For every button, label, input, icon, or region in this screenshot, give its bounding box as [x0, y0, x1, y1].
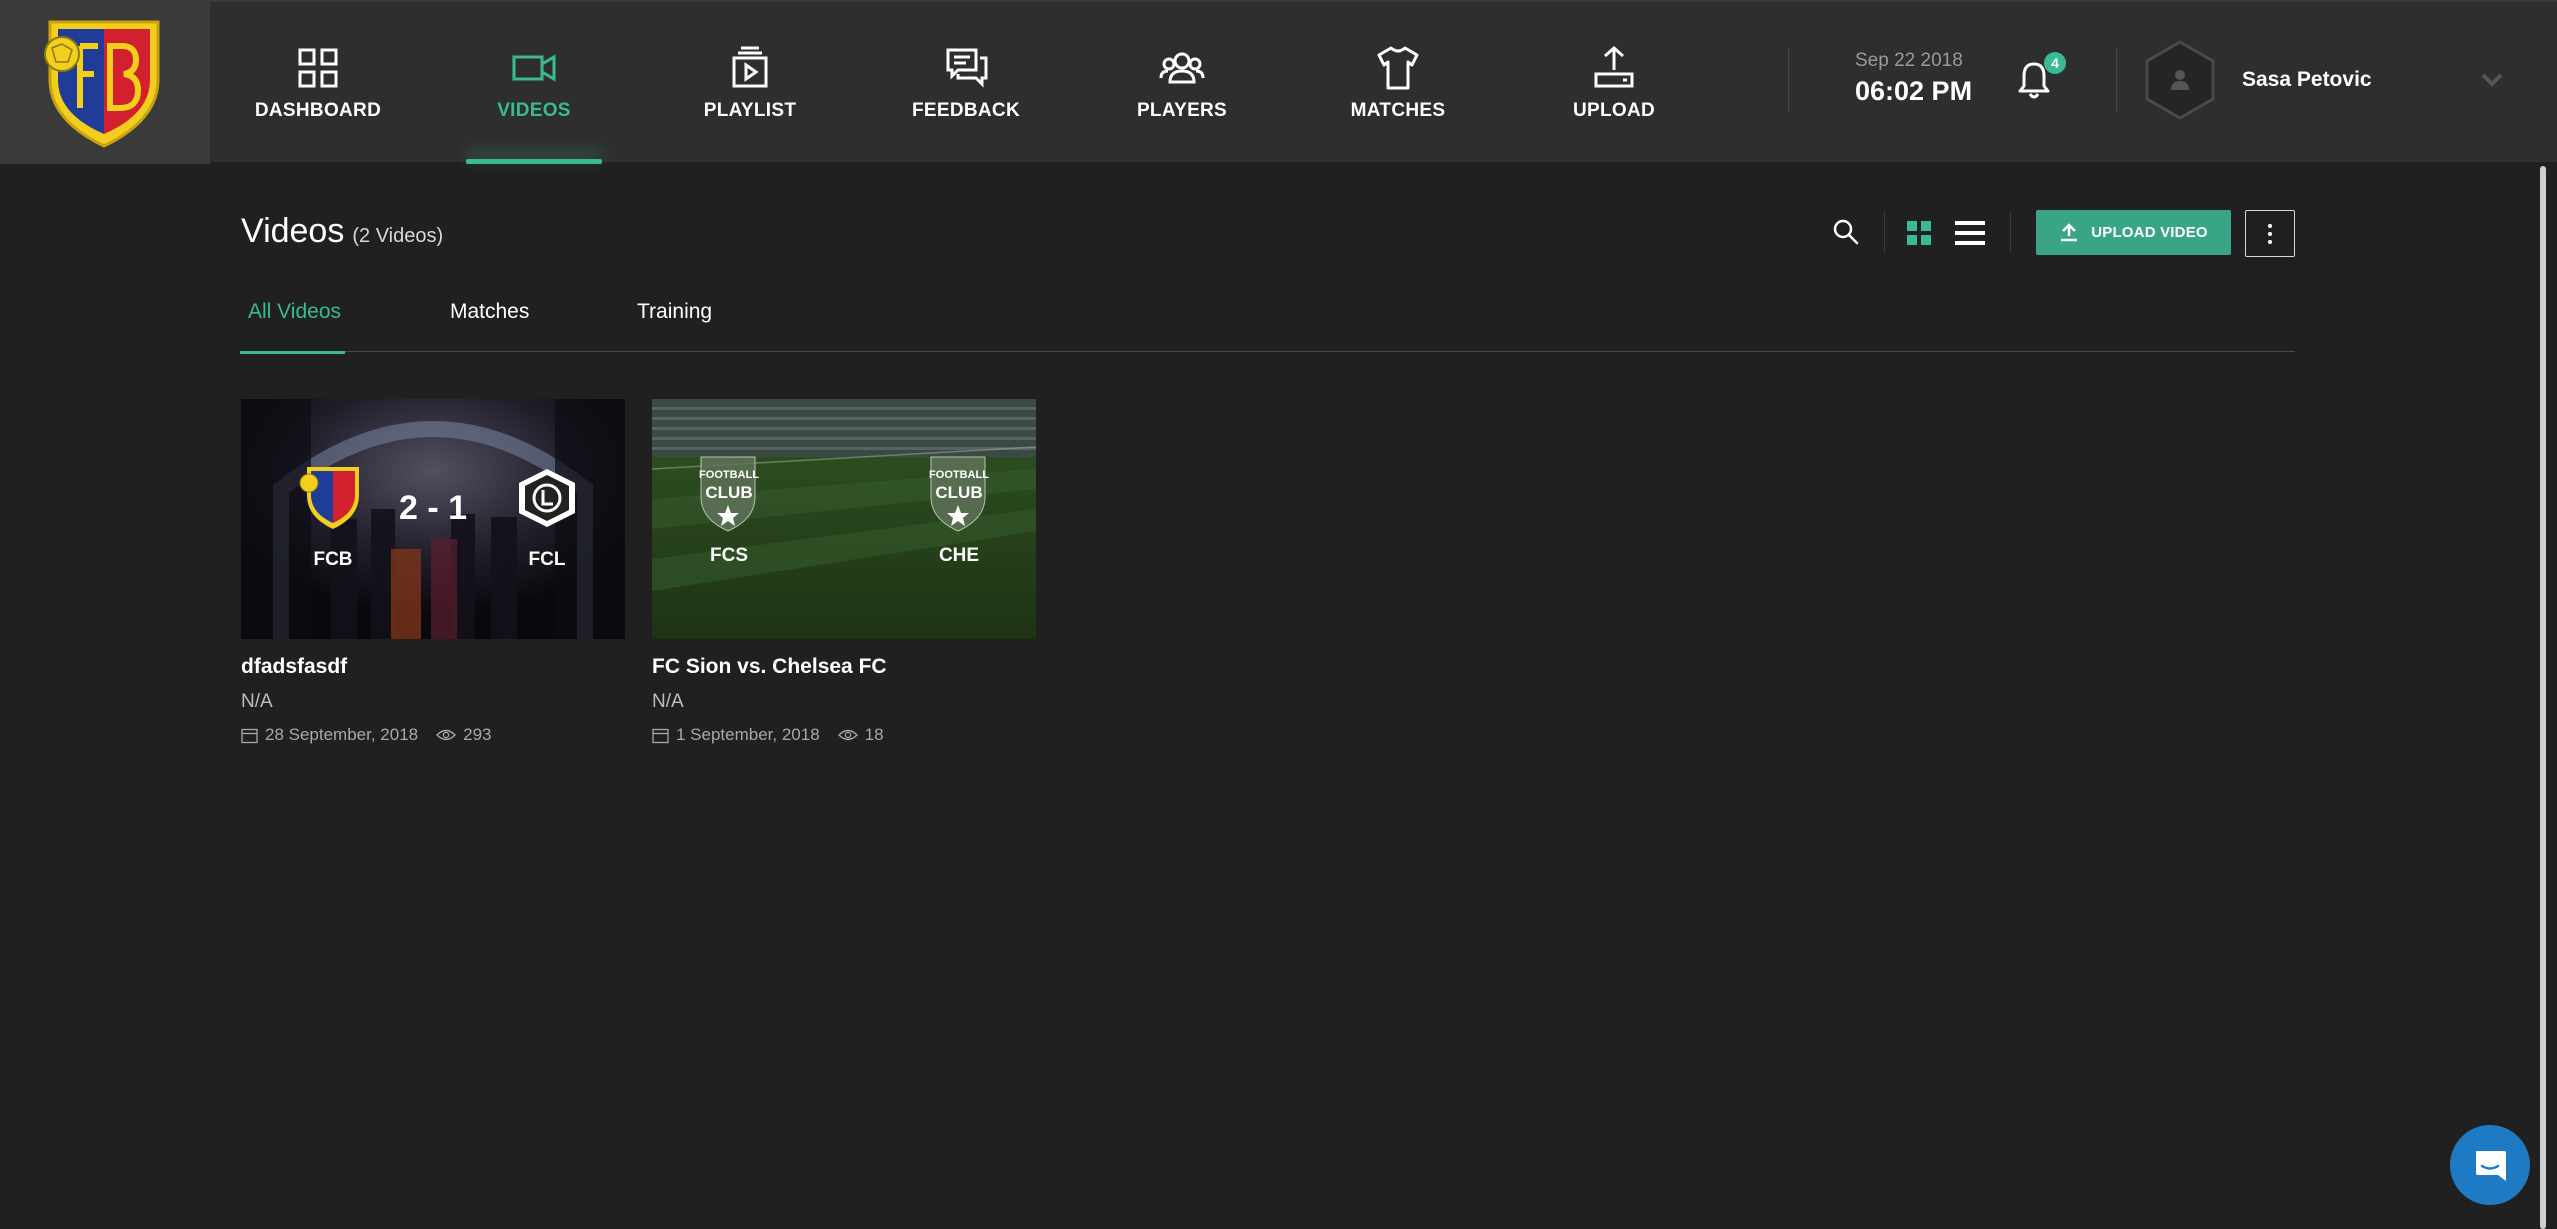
divider [2010, 212, 2011, 252]
video-date: 1 September, 2018 [676, 725, 820, 744]
nav-label: DASHBOARD [254, 100, 382, 121]
video-title[interactable]: dfadsfasdf [241, 655, 625, 679]
grid-view-icon[interactable] [1906, 220, 1932, 246]
page-title: Videos (2 Videos) [241, 212, 443, 251]
kebab-dot [2268, 223, 2272, 228]
nav-label: PLAYERS [1136, 100, 1228, 121]
jersey-icon [1377, 46, 1419, 90]
nav-players[interactable]: PLAYERS [1074, 2, 1290, 164]
divider [2116, 48, 2117, 112]
away-badge-mid-text: CLUB [935, 483, 983, 502]
upload-tray-icon [1594, 45, 1634, 88]
chevron-down-icon[interactable] [2480, 72, 2504, 88]
video-filter-tabs: All Videos Matches Training [239, 300, 2295, 354]
more-options-button[interactable] [2245, 210, 2295, 257]
divider [1884, 212, 1885, 252]
home-team-label: FCS [710, 545, 748, 566]
video-camera-icon [512, 54, 556, 82]
nav-label: PLAYLIST [703, 100, 797, 121]
feedback-chat-icon [946, 48, 988, 88]
video-meta: 1 September, 2018 18 [652, 725, 1036, 745]
support-chat-button[interactable] [2450, 1125, 2530, 1205]
away-team-label: FCL [528, 549, 566, 570]
nav-label: MATCHES [1350, 100, 1446, 121]
main-nav: DASHBOARD VIDEOS PLAYLIST FEEDBACK PLAYE… [210, 2, 1722, 164]
chat-icon [2476, 1151, 2506, 1181]
video-views: 293 [463, 725, 492, 744]
calendar-icon [241, 728, 258, 743]
list-view-icon[interactable] [1955, 220, 1985, 246]
video-card[interactable]: 2 - 1 FCB FCL dfadsfasdf N/A 28 Septembe… [241, 399, 625, 745]
away-badge-top-text: FOOTBALL [929, 469, 989, 481]
nav-playlist[interactable]: PLAYLIST [642, 2, 858, 164]
user-avatar[interactable] [2140, 40, 2220, 120]
video-date: 28 September, 2018 [265, 725, 419, 744]
page-scrollbar[interactable] [2540, 166, 2546, 1229]
nav-label: UPLOAD [1572, 100, 1656, 121]
home-team-label: FCB [313, 549, 353, 570]
playlist-icon [732, 46, 768, 88]
away-team-label: CHE [938, 545, 980, 566]
nav-upload[interactable]: UPLOAD [1506, 2, 1722, 164]
page-title-text: Videos [241, 212, 345, 250]
nav-label: FEEDBACK [912, 100, 1020, 121]
tab-all-videos[interactable]: All Videos [239, 300, 346, 354]
calendar-icon [652, 728, 669, 743]
eye-icon [837, 729, 858, 741]
nav-label: VIDEOS [497, 100, 571, 121]
nav-videos[interactable]: VIDEOS [426, 2, 642, 164]
nav-matches[interactable]: MATCHES [1290, 2, 1506, 164]
grid-icon [298, 48, 338, 88]
divider [1788, 48, 1789, 112]
home-badge-top-text: FOOTBALL [699, 469, 759, 481]
eye-icon [436, 729, 457, 741]
kebab-dot [2268, 239, 2272, 244]
upload-video-button[interactable]: UPLOAD VIDEO [2036, 210, 2231, 255]
nav-feedback[interactable]: FEEDBACK [858, 2, 1074, 164]
search-icon[interactable] [1832, 218, 1860, 246]
notification-count-badge: 4 [2044, 52, 2066, 74]
current-date: Sep 22 2018 [1855, 50, 1963, 71]
players-group-icon [1159, 52, 1205, 84]
current-time: 06:02 PM [1855, 76, 1973, 106]
club-logo[interactable] [0, 2, 210, 164]
video-meta: 28 September, 2018 293 [241, 725, 625, 745]
kebab-dot [2268, 231, 2272, 236]
video-subtitle: N/A [241, 691, 273, 712]
video-title[interactable]: FC Sion vs. Chelsea FC [652, 655, 1036, 679]
tab-training[interactable]: Training [637, 300, 712, 352]
tab-matches[interactable]: Matches [450, 300, 529, 352]
home-badge-mid-text: CLUB [705, 483, 753, 502]
video-thumbnail[interactable]: FOOTBALL CLUB FOOTBALL CLUB FCS CHE [652, 399, 1036, 639]
match-score: 2 - 1 [398, 489, 468, 527]
video-subtitle: N/A [652, 691, 684, 712]
football-pitch-image [652, 399, 1036, 639]
current-datetime: Sep 22 2018 06:02 PM [1855, 50, 1972, 107]
video-card[interactable]: FOOTBALL CLUB FOOTBALL CLUB FCS CHE FC S… [652, 399, 1036, 745]
upload-video-label: UPLOAD VIDEO [2091, 224, 2208, 241]
upload-icon [2061, 222, 2078, 241]
user-name[interactable]: Sasa Petovic [2242, 68, 2372, 92]
nav-dashboard[interactable]: DASHBOARD [210, 2, 426, 164]
video-count: (2 Videos) [352, 225, 444, 247]
top-navigation-bar: DASHBOARD VIDEOS PLAYLIST FEEDBACK PLAYE… [0, 0, 2557, 164]
video-views: 18 [864, 725, 884, 744]
fcb-crest-icon [44, 20, 160, 148]
video-thumbnail[interactable]: 2 - 1 FCB FCL [241, 399, 625, 639]
